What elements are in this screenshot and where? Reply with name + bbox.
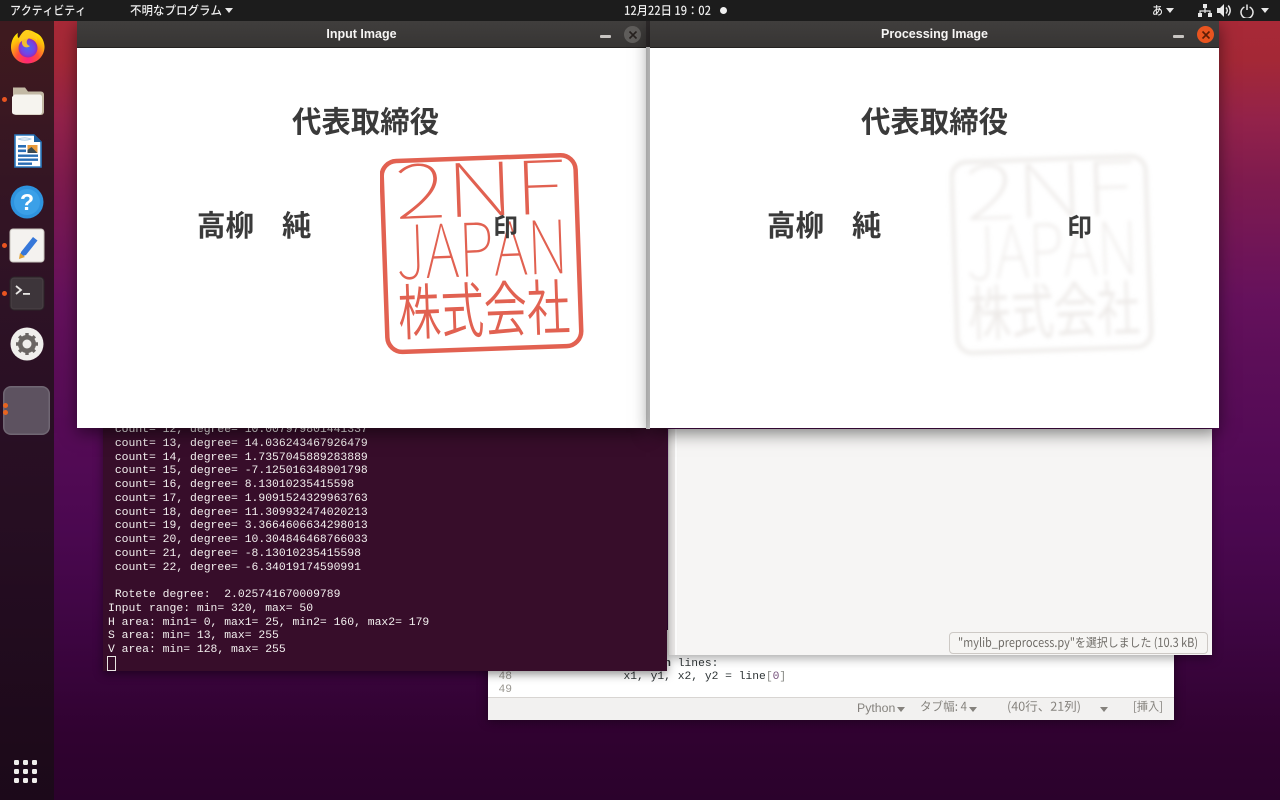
- svg-text:?: ?: [20, 189, 34, 215]
